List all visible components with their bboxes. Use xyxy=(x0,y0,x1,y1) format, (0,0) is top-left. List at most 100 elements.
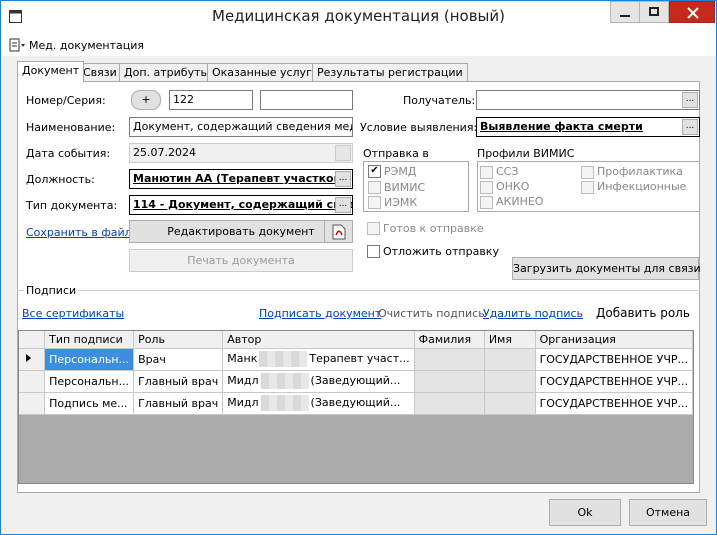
cell-organization[interactable]: ГОСУДАРСТВЕННОЕ УЧР... xyxy=(535,348,693,371)
column-header-role[interactable]: Роль xyxy=(133,331,224,349)
menu-med-docs-label: Мед. документация xyxy=(29,38,145,52)
minimize-icon xyxy=(620,15,630,17)
vimis-onko-checkbox[interactable] xyxy=(480,181,493,194)
table-row[interactable]: Персональн... Главный врач Мидл (Заведующ… xyxy=(19,370,693,393)
series-input[interactable] xyxy=(260,90,353,110)
signatures-group-label: Подписи xyxy=(24,284,79,297)
cancel-button[interactable]: Отмена xyxy=(629,499,707,526)
maximize-button[interactable] xyxy=(639,1,669,23)
load-documents-button[interactable]: Загрузить документы для связи xyxy=(512,257,701,280)
cell-surname[interactable] xyxy=(414,370,485,393)
row-header[interactable] xyxy=(19,348,46,371)
signatures-grid: Тип подписи Роль Автор Фамилия Имя Орган… xyxy=(18,330,694,484)
vimis-prevention-checkbox[interactable] xyxy=(581,166,594,179)
cell-role[interactable]: Главный врач xyxy=(133,370,224,393)
title-bar: Медицинская документация (новый) xyxy=(1,1,716,32)
date-input[interactable]: 25.07.2024 xyxy=(129,143,353,163)
column-header-organization[interactable]: Организация xyxy=(535,331,693,349)
cell-role[interactable]: Врач xyxy=(133,348,224,371)
sign-document-link[interactable]: Подписать документ xyxy=(259,307,381,320)
tab-extra-attributes[interactable]: Доп. атрибуты xyxy=(119,63,215,81)
edit-document-button[interactable]: Редактировать документ xyxy=(129,220,353,243)
position-input[interactable]: Манютин АА (Терапевт участковы ... xyxy=(129,169,353,189)
cell-author[interactable]: Манк Терапевт участ... xyxy=(222,348,415,371)
save-to-file-link[interactable]: Сохранить в файл xyxy=(26,226,132,239)
send-vimis-label: ВИМИС xyxy=(384,181,426,194)
cell-first-name[interactable] xyxy=(484,392,536,415)
dialog-window: Медицинская документация (новый) Мед. до… xyxy=(0,0,717,535)
cell-signature-type[interactable]: Персональн... xyxy=(44,370,135,393)
send-remd-checkbox[interactable]: ✔ xyxy=(368,165,381,178)
ready-to-send-checkbox[interactable] xyxy=(367,222,380,235)
menu-bar: Мед. документация xyxy=(1,32,716,56)
recipient-browse-button[interactable]: ... xyxy=(682,92,698,108)
author-prefix: Мидл xyxy=(227,396,259,409)
doctype-input[interactable]: 114 - Документ, содержащий свед ... xyxy=(129,195,353,215)
number-label: Номер/Серия: xyxy=(26,94,106,107)
cell-organization[interactable]: ГОСУДАРСТВЕННОЕ УЧР... xyxy=(535,392,693,415)
cell-signature-type[interactable]: Подпись ме... xyxy=(44,392,135,415)
cell-surname[interactable] xyxy=(414,392,485,415)
vimis-infectious-checkbox[interactable] xyxy=(581,181,594,194)
current-row-arrow-icon xyxy=(26,353,31,362)
cell-author[interactable]: Мидл (Заведующий... xyxy=(222,392,415,415)
column-header-first-name[interactable]: Имя xyxy=(484,331,536,349)
tab-links[interactable]: Связи xyxy=(78,63,122,81)
vimis-onko-label: ОНКО xyxy=(496,180,530,193)
row-header[interactable] xyxy=(19,392,46,415)
minimize-button[interactable] xyxy=(610,1,640,23)
column-header-author[interactable]: Автор xyxy=(222,331,415,349)
vimis-infectious-label: Инфекционные xyxy=(597,180,687,193)
name-label: Наименование: xyxy=(26,121,116,134)
print-document-button[interactable]: Печать документа xyxy=(129,249,353,272)
add-number-button[interactable]: + xyxy=(131,90,161,110)
ok-button[interactable]: Ok xyxy=(549,499,621,526)
cell-first-name[interactable] xyxy=(484,348,536,371)
vimis-profiles-label: Профили ВИМИС xyxy=(477,147,575,160)
tab-services[interactable]: Оказанные услуги xyxy=(207,63,324,81)
cell-role[interactable]: Главный врач xyxy=(133,392,224,415)
document-menu-icon xyxy=(9,38,25,52)
postpone-send-checkbox[interactable] xyxy=(367,245,380,258)
tab-registration-results[interactable]: Результаты регистрации xyxy=(312,63,468,81)
postpone-send-label: Отложить отправку xyxy=(383,245,499,258)
calendar-dropdown-icon[interactable] xyxy=(335,145,351,161)
menu-med-docs[interactable]: Мед. документация xyxy=(9,36,144,54)
author-prefix: Манк xyxy=(227,352,258,365)
send-vimis-checkbox[interactable] xyxy=(368,181,381,194)
table-row[interactable]: Подпись ме... Главный врач Мидл (Заведующ… xyxy=(19,392,693,415)
cell-organization[interactable]: ГОСУДАРСТВЕННОЕ УЧР... xyxy=(535,370,693,393)
tab-document[interactable]: Документ xyxy=(17,61,85,82)
delete-signature-link[interactable]: Удалить подпись xyxy=(483,307,583,320)
name-input[interactable]: Документ, содержащий сведения медицин xyxy=(129,117,353,137)
redacted-block xyxy=(260,395,309,411)
vimis-akineo-checkbox[interactable] xyxy=(480,196,493,209)
redacted-block xyxy=(259,351,308,367)
condition-value: Выявление факта смерти xyxy=(480,120,643,133)
row-header[interactable] xyxy=(19,370,46,393)
cell-first-name[interactable] xyxy=(484,370,536,393)
condition-input[interactable]: Выявление факта смерти ... xyxy=(476,117,700,137)
clear-signature-link[interactable]: Очистить подпись xyxy=(378,307,485,320)
add-role-button[interactable]: Добавить роль xyxy=(596,306,690,320)
position-browse-button[interactable]: ... xyxy=(335,171,351,187)
cell-surname[interactable] xyxy=(414,348,485,371)
cell-signature-type[interactable]: Персональн... xyxy=(44,348,135,371)
table-row[interactable]: Персональн... Врач Манк Терапевт участ...… xyxy=(19,348,693,371)
vimis-ssz-checkbox[interactable] xyxy=(480,166,493,179)
author-suffix: (Заведующий... xyxy=(310,396,401,409)
column-header-signature-type[interactable]: Тип подписи xyxy=(44,331,135,349)
date-value: 25.07.2024 xyxy=(133,146,196,159)
doctype-browse-button[interactable]: ... xyxy=(335,197,351,213)
recipient-input[interactable]: ... xyxy=(476,90,700,110)
all-certificates-link[interactable]: Все сертификаты xyxy=(22,307,124,320)
send-to-label: Отправка в xyxy=(363,147,429,160)
number-input[interactable]: 122 xyxy=(169,90,253,110)
vimis-prevention-label: Профилактика xyxy=(597,165,683,178)
cell-author[interactable]: Мидл (Заведующий... xyxy=(222,370,415,393)
column-header-surname[interactable]: Фамилия xyxy=(414,331,485,349)
condition-browse-button[interactable]: ... xyxy=(682,119,698,135)
close-button[interactable] xyxy=(669,1,715,23)
pdf-button[interactable] xyxy=(324,220,353,243)
send-iemk-checkbox[interactable] xyxy=(368,196,381,209)
